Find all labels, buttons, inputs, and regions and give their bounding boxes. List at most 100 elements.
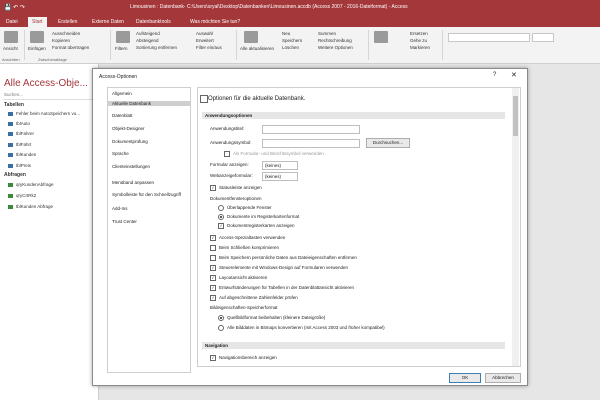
format-button[interactable]: Format übertragen [52, 45, 89, 50]
tab-datei[interactable]: Datei [2, 17, 22, 27]
nav-item[interactable]: Fehler beim AutoSpeichern vo... [8, 111, 80, 116]
ueberlappend-radio[interactable]: Überlappende Fenster [218, 205, 272, 211]
summen-button[interactable]: Summen [318, 31, 336, 36]
window-title: Limousinen : Datenbank- C:\Users\sryal\D… [130, 4, 408, 10]
sortierung-entfernen-button[interactable]: Sortierung entfernen [136, 45, 177, 50]
close-icon[interactable]: ✕ [511, 71, 517, 79]
nav-item[interactable]: tblFahrer [8, 131, 34, 136]
komprimieren-checkbox[interactable]: Beim Schließen komprimieren [210, 245, 279, 251]
neu-button[interactable]: Neu [282, 31, 290, 36]
absteigend-button[interactable]: Absteigend [136, 38, 159, 43]
nav-item[interactable]: tblKunden Abfrage [8, 204, 53, 209]
category-objekt-designer[interactable]: Objekt-Designer [112, 126, 145, 131]
dokregister-checkbox[interactable]: ✓ Dokumentregisterkarten anzeigen [218, 223, 295, 229]
help-icon[interactable]: ? [493, 72, 496, 78]
markieren-button[interactable]: Markieren [410, 45, 430, 50]
auswahl-button[interactable]: Auswahl [196, 31, 213, 36]
category-add-ins[interactable]: Add-Ins [112, 206, 128, 211]
anwendungstitel-field[interactable] [262, 125, 360, 134]
nav-item[interactable]: qryKundenAbfrage [8, 182, 54, 187]
alle-aktualisieren-button[interactable]: Alle aktualisieren [240, 46, 274, 51]
formular-anzeigen-select[interactable]: (keines) [262, 161, 298, 170]
nav-title[interactable]: Alle Access-Obje... [4, 78, 88, 89]
panel-heading: Optionen für die aktuelle Datenbank. [208, 96, 306, 102]
erweitert-button[interactable]: Erweitert [196, 38, 214, 43]
rechtschreibung-button[interactable]: Rechtschreibung [318, 38, 352, 43]
view-icon[interactable] [4, 31, 18, 43]
ansicht-button[interactable]: Ansicht [3, 46, 18, 51]
quick-access-toolbar[interactable]: 💾 ↶ ↷ [4, 4, 25, 11]
refresh-icon[interactable] [244, 31, 258, 43]
tell-me-search[interactable]: Was möchten Sie tun? [186, 17, 244, 27]
durchsuchen-button[interactable]: Durchsuchen... [366, 138, 410, 148]
persoenliche-daten-checkbox[interactable]: Beim Speichern persönliche Daten aus Dat… [210, 255, 357, 261]
aufsteigend-button[interactable]: Aufsteigend [136, 31, 160, 36]
nav-item[interactable]: qryCrtRk2 [8, 193, 36, 198]
category-allgemein[interactable]: Allgemein [112, 91, 132, 96]
category-dokumentpruefung[interactable]: Dokumentprüfung [112, 139, 148, 144]
options-scrollbar[interactable] [512, 88, 519, 366]
anwendungssymbol-label: Anwendungssymbol: [210, 140, 252, 145]
category-aktuelle-datenbank[interactable]: Aktuelle Datenbank [108, 101, 190, 106]
filter-icon[interactable] [116, 31, 130, 43]
tasten-checkbox[interactable]: ✓ Access-Spezialtasten verwenden [210, 235, 285, 241]
nav-group-tabellen[interactable]: Tabellen [4, 102, 92, 108]
gehe-zu-button[interactable]: Gehe zu [410, 38, 427, 43]
nav-search-input[interactable]: Suchen... [4, 92, 92, 100]
category-sprache[interactable]: Sprache [112, 151, 129, 156]
group-ansichten: Ansichten [2, 57, 20, 62]
table-icon [8, 131, 13, 136]
dialog-title: Access-Optionen [99, 74, 138, 80]
kopieren-button[interactable]: Kopieren [52, 38, 70, 43]
anwendungssymbol-field[interactable] [262, 139, 360, 148]
entwurf-checkbox[interactable]: ✓ Entwurfsänderungen für Tabellen in der … [210, 285, 354, 291]
registerkarten-radio[interactable]: Dokumente im Registerkartenformat [218, 214, 299, 220]
group-zwischenablage: Zwischenablage [38, 57, 67, 62]
loeschen-button[interactable]: Löschen [282, 45, 299, 50]
nav-item[interactable]: tblPreis [8, 163, 31, 168]
tab-datenbanktools[interactable]: Datenbanktools [132, 17, 175, 27]
anwendungstitel-label: Anwendungstitel: [210, 126, 245, 131]
font-dropdown[interactable] [448, 33, 530, 42]
ausschneiden-button[interactable]: Ausschneiden [52, 31, 80, 36]
ribbon: Ansicht Ansichten Einfügen Ausschneiden … [0, 27, 600, 64]
tab-externe-daten[interactable]: Externe Daten [88, 17, 128, 27]
scrollbar-thumb[interactable] [513, 96, 518, 136]
tab-erstellen[interactable]: Erstellen [54, 17, 81, 27]
filtern-button[interactable]: Filtern [115, 46, 128, 51]
webanzeige-select[interactable]: (keines) [262, 172, 298, 181]
nav-group-abfragen[interactable]: Abfragen [4, 172, 92, 178]
tab-start[interactable]: Start [28, 17, 47, 27]
ok-button[interactable]: OK [449, 373, 481, 383]
title-bar: 💾 ↶ ↷ Limousinen : Datenbank- C:\Users\s… [0, 0, 600, 16]
windows-design-checkbox[interactable]: ✓ Steuerelemente mit Windows-Design auf F… [210, 265, 348, 271]
nav-item[interactable]: tblKunden [8, 152, 36, 157]
find-icon[interactable] [374, 31, 388, 43]
formular-anzeigen-label: Formular anzeigen: [210, 162, 249, 167]
layoutansicht-checkbox[interactable]: ✓ Layoutansicht aktivieren [210, 275, 267, 281]
zahlenfelder-checkbox[interactable]: ✓ Auf abgeschnittene Zahlenfelder prüfen [210, 295, 298, 301]
category-schnellzugriff[interactable]: Symbolleiste für den Schnellzugriff [112, 192, 181, 197]
category-menueband[interactable]: Menüband anpassen [112, 180, 154, 185]
navigationsbereich-checkbox[interactable]: ✓ Navigationsbereich anzeigen [210, 355, 277, 361]
nav-item[interactable]: tblAuto [8, 121, 30, 126]
weitere-optionen-button[interactable]: Weitere Optionen [318, 45, 353, 50]
statusleiste-checkbox[interactable]: ✓ Statusleiste anzeigen [210, 185, 262, 191]
als-symbol-checkbox[interactable]: Als Formular- und Berichtssymbol verwend… [224, 151, 324, 157]
einfuegen-button[interactable]: Einfügen [28, 46, 46, 51]
category-trust-center[interactable]: Trust Center [112, 219, 137, 224]
filter-ein-aus-button[interactable]: Filter ein/aus [196, 45, 222, 50]
bitmaps-radio[interactable]: Alle Bilddaten in Bitmaps konvertieren (… [218, 325, 385, 331]
query-icon [8, 182, 13, 187]
font-size-dropdown[interactable] [532, 33, 554, 42]
ersetzen-button[interactable]: Ersetzen [410, 31, 428, 36]
query-icon [8, 204, 13, 209]
category-datenblatt[interactable]: Datenblatt [112, 113, 133, 118]
paste-icon[interactable] [30, 31, 44, 43]
speichern-button[interactable]: Speichern [282, 38, 302, 43]
quellbild-radio[interactable]: Quellbildformat beibehalten (kleinere Da… [218, 315, 325, 321]
cancel-button[interactable]: Abbrechen [485, 373, 521, 383]
table-icon [8, 111, 13, 116]
category-clienteinstellungen[interactable]: Clienteinstellungen [112, 164, 150, 169]
nav-item[interactable]: tblFahrt [8, 142, 31, 147]
